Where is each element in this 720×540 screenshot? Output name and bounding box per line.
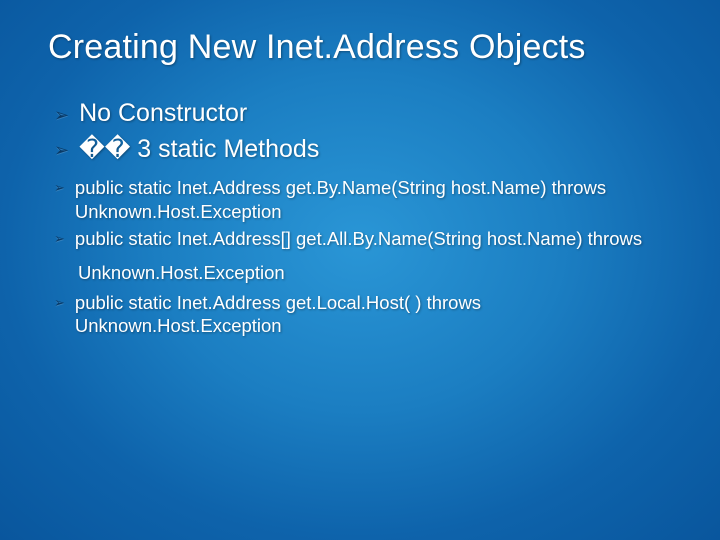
bullet-level1: ➢ �� 3 static Methods	[54, 134, 670, 164]
bullet-level2: ➢ public static Inet.Address[] get.All.B…	[54, 227, 670, 251]
bullet-text: Unknown.Host.Exception	[78, 262, 285, 283]
title-text: Creating New Inet.Address Objects	[48, 28, 586, 66]
bullet-continuation: Unknown.Host.Exception	[78, 261, 670, 285]
bullet-arrow-icon: ➢	[54, 105, 69, 126]
slide-body: ➢ No Constructor ➢ �� 3 static Methods ➢…	[0, 67, 720, 338]
bullet-level1: ➢ No Constructor	[54, 99, 670, 128]
bullet-arrow-icon: ➢	[54, 295, 65, 312]
bullet-text: No Constructor	[79, 99, 247, 128]
slide-title: Creating New Inet.Address Objects	[0, 0, 720, 67]
bullet-text: �� 3 static Methods	[79, 134, 319, 164]
slide: Creating New Inet.Address Objects ➢ No C…	[0, 0, 720, 540]
bullet-arrow-icon: ➢	[54, 180, 65, 197]
bullet-level2: ➢ public static Inet.Address get.Local.H…	[54, 291, 670, 338]
bullet-arrow-icon: ➢	[54, 231, 65, 248]
bullet-text: public static Inet.Address get.By.Name(S…	[75, 176, 670, 223]
bullet-arrow-icon: ➢	[54, 140, 69, 161]
bullet-level2: ➢ public static Inet.Address get.By.Name…	[54, 176, 670, 223]
bullet-text: public static Inet.Address get.Local.Hos…	[75, 291, 670, 338]
bullet-text: public static Inet.Address[] get.All.By.…	[75, 227, 642, 251]
